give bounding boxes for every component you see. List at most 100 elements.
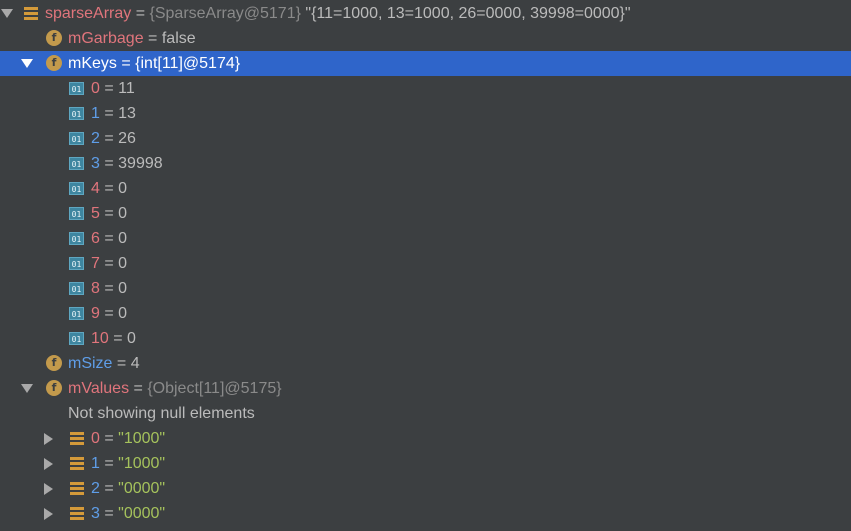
int-primitive-icon: 01 <box>69 332 84 345</box>
object-value: "{11=1000, 13=1000, 26=0000, 39998=0000}… <box>305 4 631 22</box>
field-icon: f <box>46 380 62 396</box>
tree-row-mvalues-item[interactable]: 0 = "1000" <box>0 426 851 451</box>
object-reference: {SparseArray@5171} <box>149 4 301 22</box>
array-index: 1 <box>91 454 100 472</box>
mkeys-label: mKeys = {int[11]@5174} <box>68 55 240 73</box>
tree-row-mvalues[interactable]: f mValues = {Object[11]@5175} <box>0 376 851 401</box>
collapse-arrow-icon[interactable] <box>44 483 53 495</box>
array-item-label: 8 = 0 <box>91 280 127 298</box>
field-icon: f <box>46 30 62 46</box>
equals-sign: = <box>121 54 131 72</box>
array-item-label: 6 = 0 <box>91 230 127 248</box>
equals-sign: = <box>133 379 143 397</box>
tree-row-msize[interactable]: f mSize = 4 <box>0 351 851 376</box>
tree-row-mkeys-item[interactable]: 01 10 = 0 <box>0 326 851 351</box>
msize-label: mSize = 4 <box>68 355 140 373</box>
string-value: "0000" <box>118 479 166 497</box>
equals-sign: = <box>104 454 114 472</box>
int-primitive-icon: 01 <box>69 157 84 170</box>
field-name: mSize <box>68 354 113 372</box>
equals-sign: = <box>148 29 158 47</box>
equals-sign: = <box>104 204 114 222</box>
array-item-label: 3 = 39998 <box>91 155 163 173</box>
array-value: 13 <box>118 104 136 122</box>
collapse-arrow-icon[interactable] <box>44 508 53 520</box>
tree-row-sparsearray[interactable]: sparseArray = {SparseArray@5171} "{11=10… <box>0 1 851 26</box>
equals-sign: = <box>104 504 114 522</box>
tree-row-mkeys-item[interactable]: 01 7 = 0 <box>0 251 851 276</box>
array-value: 0 <box>118 229 128 247</box>
tree-row-mvalues-item[interactable]: 3 = "0000" <box>0 501 851 526</box>
equals-sign: = <box>135 4 146 22</box>
tree-row-mkeys-item[interactable]: 01 0 = 11 <box>0 76 851 101</box>
equals-sign: = <box>104 129 114 147</box>
field-icon: f <box>46 55 62 71</box>
equals-sign: = <box>104 254 114 272</box>
array-value: 0 <box>118 279 128 297</box>
field-value: false <box>161 29 196 47</box>
int-primitive-icon: 01 <box>69 207 84 220</box>
array-index: 7 <box>91 254 100 272</box>
equals-sign: = <box>104 79 114 97</box>
collapse-arrow-icon[interactable] <box>44 458 53 470</box>
array-index: 1 <box>91 104 100 122</box>
array-index: 2 <box>91 129 100 147</box>
tree-row-mkeys-item[interactable]: 01 4 = 0 <box>0 176 851 201</box>
equals-sign: = <box>104 429 114 447</box>
tree-row-mkeys-item[interactable]: 01 2 = 26 <box>0 126 851 151</box>
object-icon <box>70 457 84 470</box>
tree-row-mkeys-item[interactable]: 01 1 = 13 <box>0 101 851 126</box>
array-value: 0 <box>118 304 128 322</box>
int-primitive-icon: 01 <box>69 182 84 195</box>
expand-arrow-icon[interactable] <box>21 59 33 68</box>
expand-arrow-icon[interactable] <box>1 9 13 18</box>
int-primitive-icon: 01 <box>69 132 84 145</box>
variable-name: sparseArray <box>45 4 132 22</box>
tree-row-mkeys-item[interactable]: 01 6 = 0 <box>0 226 851 251</box>
equals-sign: = <box>104 104 114 122</box>
array-value: 26 <box>118 129 136 147</box>
array-item-label: 4 = 0 <box>91 180 127 198</box>
expand-arrow-icon[interactable] <box>21 384 33 393</box>
array-value: 0 <box>118 254 128 272</box>
int-primitive-icon: 01 <box>69 232 84 245</box>
debugger-variables-tree: sparseArray = {SparseArray@5171} "{11=10… <box>0 0 851 531</box>
array-value: 0 <box>118 179 128 197</box>
tree-row-mgarbage[interactable]: f mGarbage = false <box>0 26 851 51</box>
tree-row-mkeys-item[interactable]: 01 8 = 0 <box>0 276 851 301</box>
tree-row-mvalues-item[interactable]: 2 = "0000" <box>0 476 851 501</box>
equals-sign: = <box>113 329 123 347</box>
array-item-label: 1 = "1000" <box>91 455 165 473</box>
array-index: 0 <box>91 429 100 447</box>
array-value: 0 <box>127 329 136 347</box>
array-reference: {int[11]@5174} <box>135 54 241 72</box>
array-item-label: 2 = "0000" <box>91 480 165 498</box>
array-value: 0 <box>118 204 128 222</box>
equals-sign: = <box>104 229 114 247</box>
array-index: 8 <box>91 279 100 297</box>
array-item-label: 2 = 26 <box>91 130 136 148</box>
equals-sign: = <box>104 154 114 172</box>
int-primitive-icon: 01 <box>69 107 84 120</box>
array-index: 3 <box>91 504 100 522</box>
array-item-label: 3 = "0000" <box>91 505 165 523</box>
object-icon <box>70 482 84 495</box>
tree-row-mkeys-item[interactable]: 01 3 = 39998 <box>0 151 851 176</box>
string-value: "1000" <box>118 454 166 472</box>
object-icon <box>70 507 84 520</box>
array-item-label: 10 = 0 <box>91 330 136 348</box>
array-index: 5 <box>91 204 100 222</box>
null-elements-note: Not showing null elements <box>68 404 255 422</box>
array-item-label: 9 = 0 <box>91 305 127 323</box>
array-index: 10 <box>91 329 109 347</box>
int-primitive-icon: 01 <box>69 257 84 270</box>
tree-row-mkeys-item[interactable]: 01 5 = 0 <box>0 201 851 226</box>
tree-row-mvalues-item[interactable]: 1 = "1000" <box>0 451 851 476</box>
collapse-arrow-icon[interactable] <box>44 433 53 445</box>
int-primitive-icon: 01 <box>69 82 84 95</box>
field-name: mGarbage <box>68 29 144 47</box>
tree-row-mkeys-item[interactable]: 01 9 = 0 <box>0 301 851 326</box>
tree-row-mkeys[interactable]: f mKeys = {int[11]@5174} <box>0 51 851 76</box>
field-name: mKeys <box>68 54 117 72</box>
equals-sign: = <box>104 304 114 322</box>
